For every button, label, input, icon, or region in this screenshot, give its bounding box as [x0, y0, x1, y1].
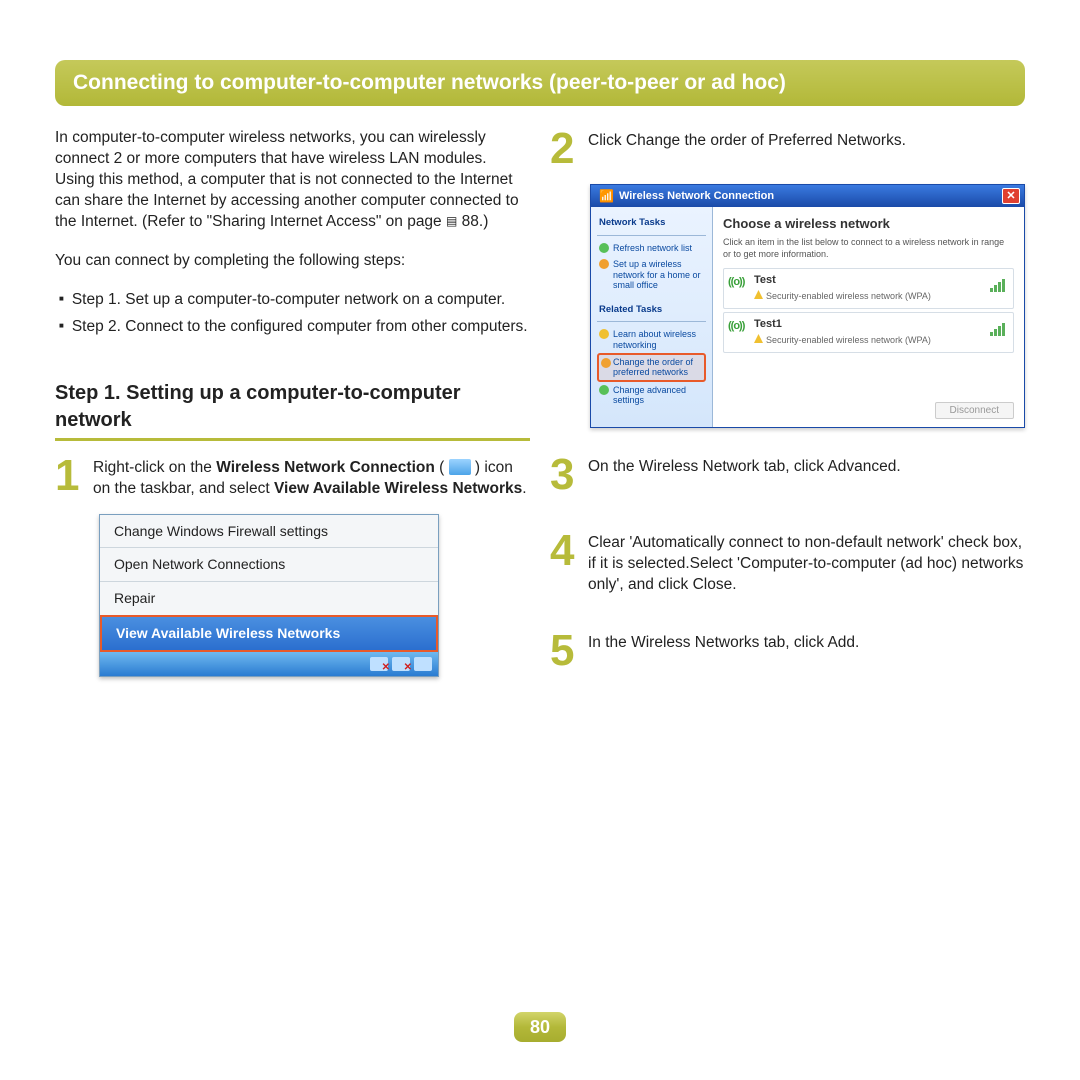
- bullet-step2: Step 2. Connect to the configured comput…: [73, 317, 530, 338]
- sidebar-head-related-tasks: Related Tasks: [599, 304, 706, 317]
- tray-nic2-icon[interactable]: [392, 657, 410, 671]
- heading-underline: [55, 438, 530, 441]
- dialog-titlebar: 📶 Wireless Network Connection ✕: [591, 185, 1024, 207]
- ctx-open-connections[interactable]: Open Network Connections: [100, 547, 438, 581]
- wireless-taskbar-icon: [449, 459, 471, 475]
- wifi-network-test1[interactable]: Test1 Security-enabled wireless network …: [723, 312, 1014, 353]
- context-menu-screenshot: Change Windows Firewall settings Open Ne…: [99, 514, 439, 678]
- steps-lead-in: You can connect by completing the follow…: [55, 251, 530, 272]
- step-number-4: 4: [550, 530, 582, 572]
- two-column-layout: In computer-to-computer wireless network…: [55, 128, 1025, 685]
- wifi-security-1: Security-enabled wireless network (WPA): [754, 290, 1007, 302]
- intro-page-ref: 88.): [462, 213, 489, 230]
- instr1-a: Right-click on the: [93, 459, 216, 476]
- wifi-security-2: Security-enabled wireless network (WPA): [754, 334, 1007, 346]
- ctx-view-available[interactable]: View Available Wireless Networks: [100, 615, 438, 652]
- dialog-main: Choose a wireless network Click an item …: [713, 207, 1024, 427]
- step-number-1: 1: [55, 455, 87, 497]
- dialog-sidebar: Network Tasks Refresh network list Set u…: [591, 207, 713, 427]
- right-column: 2 Click Change the order of Preferred Ne…: [550, 128, 1025, 685]
- antenna-icon: 📶: [599, 188, 614, 204]
- signal-bars-icon: [990, 323, 1005, 336]
- instruction-4: 4 Clear 'Automatically connect to non-de…: [550, 530, 1025, 596]
- main-subtext: Click an item in the list below to conne…: [723, 236, 1014, 260]
- link-setup-network[interactable]: Set up a wireless network for a home or …: [597, 256, 706, 293]
- instruction-1: 1 Right-click on the Wireless Network Co…: [55, 455, 530, 500]
- disconnect-button[interactable]: Disconnect: [935, 402, 1014, 419]
- step1-heading: Step 1. Setting up a computer-to-compute…: [55, 380, 530, 434]
- left-column: In computer-to-computer wireless network…: [55, 128, 530, 685]
- instr1-f: .: [522, 480, 526, 497]
- instruction-2: 2 Click Change the order of Preferred Ne…: [550, 128, 1025, 170]
- instruction-5-text: In the Wireless Networks tab, click Add.: [588, 630, 1025, 654]
- sidebar-divider-1: [597, 235, 706, 236]
- taskbar-tray: [100, 652, 438, 676]
- page-number-badge: 80: [514, 1012, 566, 1042]
- sidebar-head-network-tasks: Network Tasks: [599, 217, 706, 230]
- wifi-network-test[interactable]: Test Security-enabled wireless network (…: [723, 268, 1014, 309]
- link-advanced-settings[interactable]: Change advanced settings: [597, 382, 706, 409]
- tray-nic1-icon[interactable]: [370, 657, 388, 671]
- overview-bullets: Step 1. Set up a computer-to-computer ne…: [55, 290, 530, 338]
- wireless-dialog-screenshot: 📶 Wireless Network Connection ✕ Network …: [590, 184, 1025, 428]
- main-title: Choose a wireless network: [723, 215, 1014, 233]
- ctx-repair[interactable]: Repair: [100, 581, 438, 615]
- instruction-4-text: Clear 'Automatically connect to non-defa…: [588, 530, 1025, 596]
- step-number-5: 5: [550, 630, 582, 672]
- close-icon[interactable]: ✕: [1002, 188, 1020, 204]
- page-ref-icon: ▤: [446, 213, 457, 229]
- wifi-name-2: Test1: [754, 317, 1007, 332]
- instruction-3-text: On the Wireless Network tab, click Advan…: [588, 454, 1025, 478]
- instruction-2-text: Click Change the order of Preferred Netw…: [588, 128, 1025, 152]
- section-title: Connecting to computer-to-computer netwo…: [55, 60, 1025, 106]
- tray-wireless-icon[interactable]: [414, 657, 432, 671]
- dialog-body: Network Tasks Refresh network list Set u…: [591, 207, 1024, 427]
- link-learn-wireless[interactable]: Learn about wireless networking: [597, 326, 706, 353]
- bullet-step1: Step 1. Set up a computer-to-computer ne…: [73, 290, 530, 311]
- ctx-firewall[interactable]: Change Windows Firewall settings: [100, 515, 438, 548]
- instruction-5: 5 In the Wireless Networks tab, click Ad…: [550, 630, 1025, 672]
- instruction-3: 3 On the Wireless Network tab, click Adv…: [550, 454, 1025, 496]
- dialog-footer: Disconnect: [935, 402, 1014, 419]
- step-number-2: 2: [550, 128, 582, 170]
- instr1-b: Wireless Network Connection: [216, 459, 435, 476]
- instr1-c: (: [435, 459, 449, 476]
- intro-paragraph: In computer-to-computer wireless network…: [55, 128, 530, 233]
- link-change-order[interactable]: Change the order of preferred networks: [597, 353, 706, 382]
- instruction-1-text: Right-click on the Wireless Network Conn…: [93, 455, 530, 500]
- dialog-title: Wireless Network Connection: [619, 189, 774, 204]
- instr1-e: View Available Wireless Networks: [274, 480, 522, 497]
- sidebar-divider-2: [597, 321, 706, 322]
- wifi-name-1: Test: [754, 273, 1007, 288]
- signal-bars-icon: [990, 279, 1005, 292]
- step-number-3: 3: [550, 454, 582, 496]
- link-refresh-network[interactable]: Refresh network list: [597, 240, 706, 256]
